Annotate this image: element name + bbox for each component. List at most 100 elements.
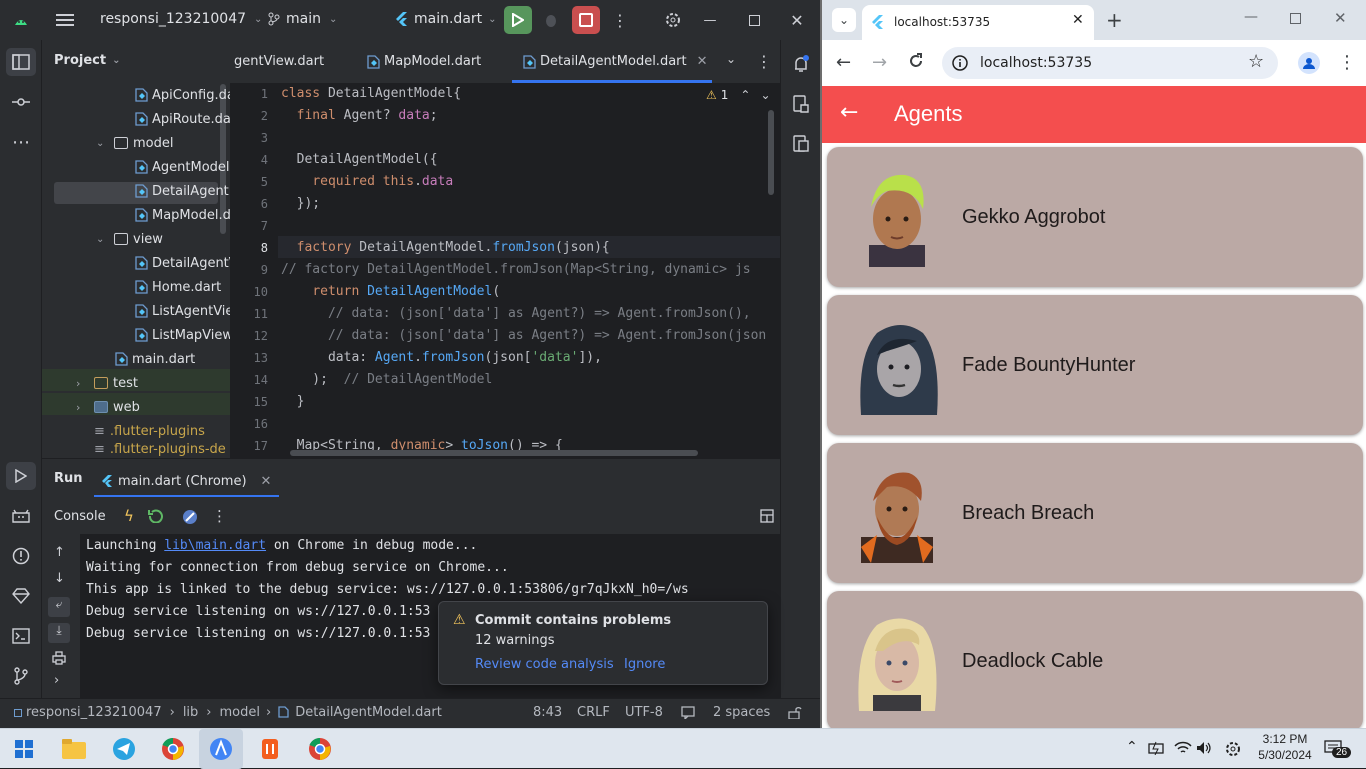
terminal-icon[interactable] [6, 622, 36, 650]
maximize-icon[interactable] [1290, 13, 1301, 24]
minimize-icon[interactable]: — [700, 10, 720, 30]
breadcrumb-item[interactable]: responsi_123210047 [26, 705, 162, 720]
windows-start-icon[interactable] [2, 729, 46, 769]
new-tab-icon[interactable]: + [1106, 8, 1123, 32]
debug-icon[interactable] [540, 10, 562, 30]
code-area[interactable]: class DetailAgentModel{ final Agent? dat… [230, 84, 780, 458]
tree-item[interactable]: ApiConfig.da [134, 84, 235, 106]
power-icon[interactable] [1148, 741, 1166, 755]
telegram-icon[interactable] [102, 729, 146, 769]
indent-setting[interactable]: 2 spaces [713, 705, 770, 720]
reload-icon[interactable] [908, 53, 924, 69]
close-icon[interactable]: ✕ [1072, 12, 1084, 28]
browser-menu-icon[interactable]: ⋮ [1338, 52, 1356, 73]
comment-icon[interactable] [681, 706, 695, 719]
tree-item-selected[interactable]: DetailAgentM [134, 180, 240, 202]
breadcrumb-item[interactable]: model [220, 705, 260, 720]
tree-folder-model[interactable]: ⌄ model [96, 132, 173, 154]
profile-avatar-icon[interactable] [1298, 52, 1320, 74]
agent-card[interactable]: Deadlock Cable [827, 591, 1363, 731]
wifi-icon[interactable] [1174, 741, 1192, 755]
problems-icon[interactable] [6, 542, 36, 570]
tree-item[interactable]: AgentModel [134, 156, 230, 178]
chrome-icon[interactable] [298, 729, 342, 769]
editor-scrollbar[interactable] [768, 110, 774, 195]
android-logcat-icon[interactable] [6, 502, 36, 530]
stop-button[interactable] [572, 6, 600, 34]
agent-card[interactable]: Gekko Aggrobot [827, 147, 1363, 287]
chevron-up-icon[interactable]: ⌃ [1126, 739, 1138, 755]
more-actions-icon[interactable]: ⋮ [212, 507, 227, 525]
layout-icon[interactable] [760, 509, 774, 523]
agent-card[interactable]: Breach Breach [827, 443, 1363, 583]
tree-item[interactable]: ApiRoute.dar [134, 108, 236, 130]
breadcrumb-item[interactable]: DetailAgentModel.dart [295, 705, 442, 720]
run-config-selector[interactable]: main.dart ⌄ [396, 11, 497, 27]
branch-selector[interactable]: main ⌄ [268, 11, 337, 27]
hot-restart-icon[interactable] [148, 509, 164, 523]
project-selector[interactable]: responsi_123210047 ⌄ [100, 11, 262, 27]
commit-tool-icon[interactable] [6, 88, 36, 116]
running-devices-icon[interactable] [787, 130, 815, 158]
tree-item[interactable]: ListAgentVie [134, 300, 233, 322]
chrome-profile-icon[interactable] [151, 729, 195, 769]
device-manager-icon[interactable] [787, 90, 815, 118]
app-icon[interactable] [248, 729, 292, 769]
tabs-dropdown-icon[interactable]: ⌄ [726, 52, 736, 66]
app-quality-icon[interactable] [6, 582, 36, 610]
agent-card[interactable]: Fade BountyHunter [827, 295, 1363, 435]
more-tools-icon[interactable]: ⋯ [6, 128, 36, 156]
lock-icon[interactable] [788, 706, 802, 719]
settings-icon[interactable] [1224, 740, 1242, 758]
project-tool-icon[interactable] [6, 48, 36, 76]
back-arrow-icon[interactable]: ← [840, 100, 858, 125]
volume-icon[interactable] [1196, 741, 1212, 755]
version-control-icon[interactable] [6, 662, 36, 690]
devtools-icon[interactable] [182, 509, 198, 525]
tree-folder-web[interactable]: › web [76, 396, 140, 418]
notifications-icon[interactable] [787, 50, 815, 78]
soft-wrap-icon[interactable]: ⤶ [48, 597, 70, 617]
arrow-down-icon[interactable]: ↓ [54, 571, 65, 586]
tree-item[interactable]: MapModel.d [134, 204, 231, 226]
main-menu-icon[interactable] [54, 10, 76, 30]
print-icon[interactable] [52, 651, 66, 665]
hot-reload-icon[interactable]: ϟ [124, 507, 134, 525]
gear-icon[interactable] [662, 10, 684, 30]
editor-hscrollbar[interactable] [290, 450, 698, 456]
close-icon[interactable]: ✕ [261, 474, 272, 489]
tree-folder-view[interactable]: ⌄ view [96, 228, 163, 250]
more-actions-icon[interactable]: ⋮ [756, 52, 772, 71]
tab-search-icon[interactable]: ⌄ [832, 8, 856, 32]
project-panel-header[interactable]: Project ⌄ [54, 53, 120, 68]
tree-item[interactable]: Home.dart [134, 276, 221, 298]
bookmark-star-icon[interactable]: ☆ [1248, 51, 1264, 72]
close-icon[interactable]: ✕ [697, 54, 708, 69]
tab-run-config[interactable]: main.dart (Chrome) ✕ [94, 467, 280, 497]
run-panel-title[interactable]: Run [54, 471, 83, 486]
android-studio-taskbar-icon[interactable] [199, 729, 243, 769]
forward-icon[interactable]: → [872, 52, 887, 73]
tab-map-model[interactable]: MapModel.dart [366, 54, 481, 69]
minimize-icon[interactable]: — [1244, 9, 1258, 25]
address-bar[interactable]: localhost:53735 ☆ [942, 47, 1278, 79]
browser-tab[interactable]: localhost:53735 ✕ [862, 5, 1094, 40]
file-explorer-icon[interactable] [52, 729, 96, 769]
back-icon[interactable]: ← [836, 52, 851, 73]
tree-item[interactable]: DetailAgentV [134, 252, 238, 274]
maximize-icon[interactable] [744, 10, 764, 30]
more-actions-icon[interactable]: ⋮ [610, 10, 630, 30]
inspection-widget[interactable]: ⚠ 1 ⌃ ⌄ [706, 88, 771, 102]
tree-item[interactable]: ≡ .flutter-plugins-de [94, 442, 226, 458]
tree-item[interactable]: main.dart [114, 348, 195, 370]
close-icon[interactable]: ✕ [787, 10, 807, 30]
run-button[interactable] [504, 6, 532, 34]
tree-item[interactable]: ≡ .flutter-plugins [94, 420, 205, 442]
tab-agent-view[interactable]: gentView.dart [234, 54, 324, 69]
clock[interactable]: 3:12 PM 5/30/2024 [1255, 732, 1315, 762]
chevron-right-icon[interactable]: › [54, 673, 59, 688]
chevron-down-icon[interactable]: ⌄ [760, 88, 770, 102]
file-encoding[interactable]: UTF-8 [625, 705, 663, 720]
breadcrumb-item[interactable]: lib [183, 705, 198, 720]
console-link[interactable]: lib\main.dart [164, 538, 266, 553]
